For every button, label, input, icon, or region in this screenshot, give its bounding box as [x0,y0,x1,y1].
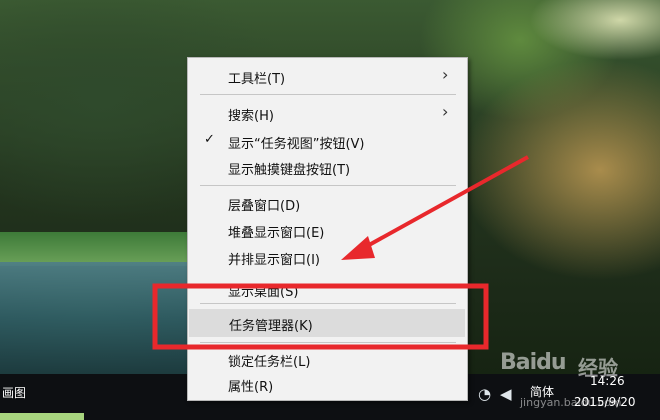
watermark-logo: Baidu [500,350,567,375]
menu-separator [200,303,456,304]
checkmark-icon: ✓ [204,132,215,147]
menu-item-show-desktop[interactable]: 显示桌面(S) [188,277,467,301]
menu-item-side-by-side-windows[interactable]: 并排显示窗口(I) [188,245,467,269]
wallpaper-lake [0,262,190,374]
menu-separator [200,185,456,186]
menu-separator [200,94,456,95]
menu-item-properties[interactable]: 属性(R) [188,372,467,396]
volume-icon[interactable]: ◀ [500,385,512,403]
watermark-suffix: 经验 [578,356,618,380]
menu-item-show-touch-keyboard-button[interactable]: 显示触摸键盘按钮(T) [188,155,467,179]
menu-item-task-manager[interactable]: 任务管理器(K) [189,309,465,337]
menu-item-toolbars[interactable]: 工具栏(T) › [188,64,467,88]
menu-item-show-task-view-button[interactable]: ✓ 显示“任务视图”按钮(V) [188,129,467,153]
chevron-right-icon: › [442,65,449,84]
taskbar-active-indicator [0,413,84,420]
taskbar-context-menu: 工具栏(T) › 搜索(H) › ✓ 显示“任务视图”按钮(V) 显示触摸键盘按… [187,57,468,401]
watermark-url: jingyan.baidu.com [520,396,622,409]
menu-item-search[interactable]: 搜索(H) › [188,101,467,125]
network-icon[interactable]: ◔ [478,385,491,403]
menu-item-stack-windows[interactable]: 堆叠显示窗口(E) [188,218,467,242]
chevron-right-icon: › [442,102,449,121]
taskbar-app-label[interactable]: 画图 [2,384,26,401]
menu-item-cascade-windows[interactable]: 层叠窗口(D) [188,191,467,215]
wallpaper-shore [0,232,190,266]
menu-separator [200,342,456,343]
menu-item-lock-taskbar[interactable]: 锁定任务栏(L) [188,347,467,371]
